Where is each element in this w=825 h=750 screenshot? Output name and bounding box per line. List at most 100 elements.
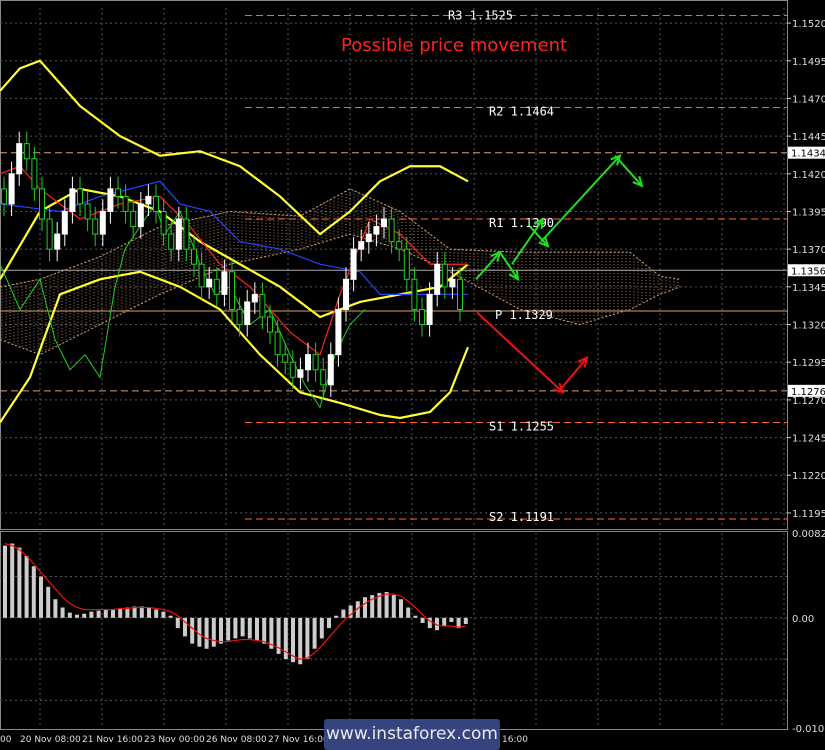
- candle-body: [358, 241, 365, 250]
- candle-body: [107, 188, 114, 212]
- price-chart: 1.1520 1.1495 1.1470 1.1445 1.1420 1.1395 1.13…: [0, 0, 825, 745]
- oscillator-bar: [204, 617, 209, 649]
- pivot-label-p: P 1.1329: [495, 308, 553, 322]
- candle-body: [8, 173, 15, 205]
- oscillator-bar: [53, 599, 58, 618]
- candle-body: [213, 278, 220, 295]
- osc-y-tick-label: -0.01068: [792, 724, 825, 735]
- candle-body: [441, 263, 448, 288]
- y-tick-label: 1.1445: [792, 132, 825, 143]
- oscillator-bar: [233, 617, 238, 639]
- candle-body: [175, 218, 182, 250]
- y-tick-label: 1.1470: [792, 94, 825, 105]
- candle-body: [191, 248, 197, 265]
- oscillator-bars: [3, 543, 468, 665]
- y-tick-label: 1.1195: [792, 509, 825, 520]
- oscillator-bar: [399, 599, 403, 618]
- candle-body: [198, 263, 205, 288]
- candle-body: [381, 218, 387, 228]
- pivot-label-r1: R1 1.1390: [489, 216, 554, 230]
- oscillator-bar: [305, 617, 310, 660]
- candle-body: [259, 293, 266, 318]
- oscillator-bar: [147, 607, 151, 618]
- instaforex-watermark[interactable]: www.instaforex.com: [324, 719, 500, 750]
- candle-body: [388, 218, 395, 243]
- price-tag-label: 1.1276: [791, 387, 825, 398]
- pivot-label-s2: S2 1.1191: [489, 510, 554, 524]
- chart-window: 1.1520 1.1495 1.1470 1.1445 1.1420 1.1395 1.13…: [0, 0, 825, 750]
- candle-body: [16, 143, 23, 175]
- y-tick-label: 1.1495: [792, 57, 825, 68]
- arrow-up-5: [540, 155, 621, 243]
- candle-body: [251, 293, 258, 303]
- candle-body: [236, 308, 243, 326]
- candle-body: [411, 278, 418, 310]
- x-tick-label: 21 Nov 16:00: [82, 735, 143, 745]
- candle-body: [403, 248, 410, 280]
- y-tick-label: 1.1295: [792, 358, 825, 369]
- candle-body: [31, 158, 38, 190]
- candle-body: [449, 278, 456, 288]
- candle-body: [145, 195, 152, 205]
- oscillator-bar: [190, 617, 195, 644]
- pivot-label-r3: R3 1.1525: [448, 9, 513, 23]
- oscillator-bar: [211, 617, 216, 647]
- oscillator-bar: [384, 592, 389, 618]
- pivot-label-r2: R2 1.1464: [489, 104, 554, 118]
- arrow-down-2: [557, 357, 588, 393]
- candle-body: [153, 195, 159, 212]
- candle-body: [396, 241, 403, 250]
- oscillator-bar: [89, 611, 94, 618]
- oscillator-bar: [363, 597, 367, 618]
- candle-body: [434, 263, 441, 295]
- candle-body: [297, 369, 304, 378]
- candle-body: [320, 369, 327, 386]
- candle-body: [84, 203, 91, 220]
- oscillator-bar: [111, 609, 115, 618]
- candle-body: [183, 218, 190, 250]
- oscillator-bar: [139, 606, 144, 618]
- candle-body: [61, 210, 68, 235]
- oscillator-bar: [75, 614, 79, 618]
- oscillator-bar: [154, 609, 159, 618]
- candle-body: [274, 331, 281, 356]
- y-tick-label: 1.1420: [792, 170, 825, 181]
- candle-body: [160, 210, 167, 235]
- oscillator-frame: [0, 531, 788, 730]
- y-tick-label: 1.1345: [792, 283, 825, 294]
- oscillator-bar: [60, 607, 65, 618]
- oscillator-bar: [255, 617, 259, 641]
- pivot-label-s1: S1 1.1255: [489, 419, 554, 433]
- oscillator-bar: [341, 609, 346, 618]
- arrow-up-1: [475, 251, 501, 280]
- oscillator-signal-line: [4, 542, 466, 660]
- candle-body: [99, 210, 106, 235]
- oscillator-bar: [46, 586, 51, 618]
- oscillator-bar: [96, 610, 101, 618]
- candlesticks: [1, 131, 463, 397]
- arrow-up-2: [499, 251, 519, 280]
- oscillator-bar: [319, 617, 324, 639]
- candle-body: [39, 188, 45, 220]
- candle-body: [305, 354, 311, 371]
- oscillator-bar: [17, 547, 22, 618]
- candle-body: [350, 248, 357, 280]
- candle-body: [282, 354, 289, 363]
- y-tick-label: 1.1245: [792, 434, 825, 445]
- oscillator-bar: [420, 617, 425, 623]
- oscillator-bar: [262, 617, 267, 644]
- oscillator-bar: [161, 611, 166, 618]
- osc-y-tick-label: 0.00822: [792, 529, 825, 540]
- x-tick-label: 26 Nov 08:00: [206, 735, 267, 745]
- x-tick-label-partial-left: 00: [0, 735, 12, 745]
- candle-body: [419, 308, 425, 326]
- arrow-up-6: [614, 155, 643, 187]
- oscillator-bar: [327, 617, 331, 629]
- y-tick-label: 1.1370: [792, 245, 825, 256]
- x-tick-label: 20 Nov 08:00: [20, 735, 81, 745]
- x-tick-label-partial-right: 16:00: [502, 735, 528, 745]
- y-tick-label: 1.1520: [792, 19, 825, 30]
- oscillator-bar: [442, 617, 447, 627]
- candle-body: [206, 278, 213, 288]
- candle-body: [46, 218, 53, 250]
